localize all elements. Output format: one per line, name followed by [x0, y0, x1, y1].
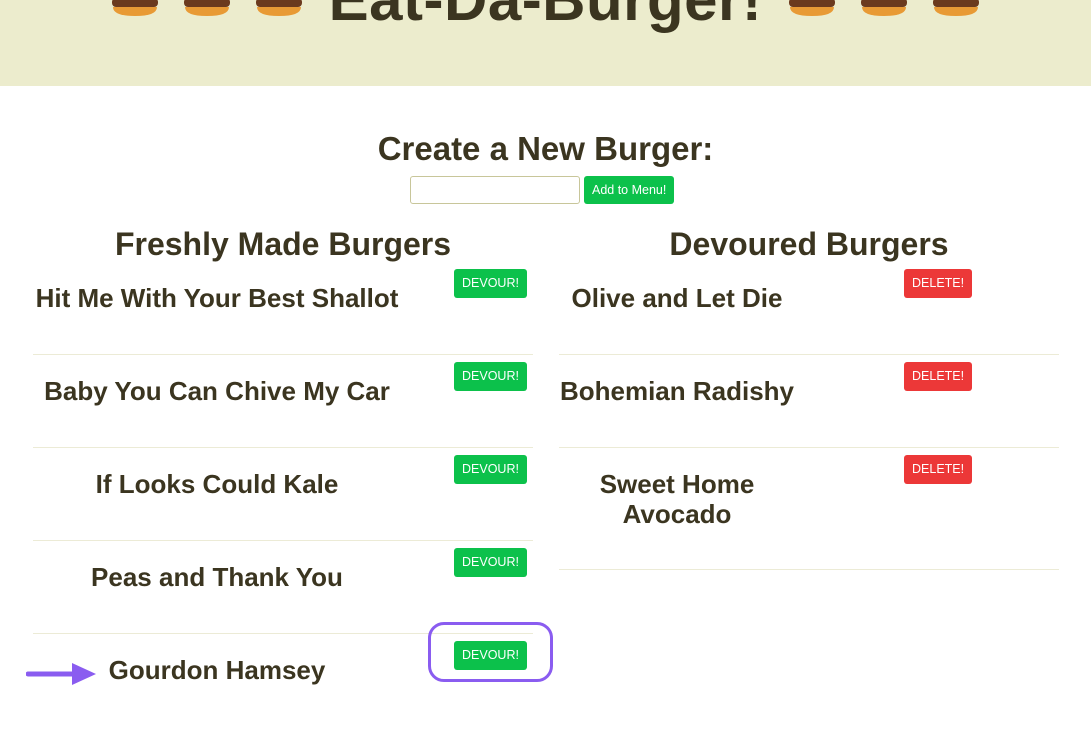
list-item: If Looks Could Kale DEVOUR! — [33, 448, 533, 541]
burger-icon — [789, 0, 836, 16]
burger-name: If Looks Could Kale — [95, 469, 339, 499]
devour-button[interactable]: DEVOUR! — [454, 362, 527, 391]
devoured-burgers-list: Olive and Let Die DELETE! Bohemian Radis… — [559, 262, 1059, 570]
burger-name: Peas and Thank You — [91, 562, 343, 592]
burger-icon — [111, 0, 158, 16]
fresh-burgers-list: Hit Me With Your Best Shallot DEVOUR! Ba… — [33, 262, 533, 726]
devour-button[interactable]: DEVOUR! — [454, 641, 527, 670]
list-item: Peas and Thank You DEVOUR! — [33, 541, 533, 634]
burger-name: Baby You Can Chive My Car — [44, 376, 390, 406]
delete-button[interactable]: DELETE! — [904, 362, 973, 391]
burger-name: Bohemian Radishy — [559, 376, 795, 406]
page-title: Eat-Da-Burger! — [329, 0, 763, 34]
devoured-burgers-heading: Devoured Burgers — [669, 226, 949, 262]
list-item: Hit Me With Your Best Shallot DEVOUR! — [33, 262, 533, 355]
list-item: Gourdon Hamsey DEVOUR! — [33, 634, 533, 726]
fresh-burgers-heading: Freshly Made Burgers — [114, 226, 452, 262]
burger-icon — [861, 0, 908, 16]
list-item: Olive and Let Die DELETE! — [559, 262, 1059, 355]
burger-name-input[interactable] — [410, 176, 580, 204]
burger-icon — [933, 0, 980, 16]
burger-name: Hit Me With Your Best Shallot — [35, 283, 399, 313]
delete-button[interactable]: DELETE! — [904, 455, 973, 484]
add-to-menu-button[interactable]: Add to Menu! — [584, 176, 675, 204]
create-burger-heading: Create a New Burger: — [377, 130, 714, 167]
burger-name: Olive and Let Die — [571, 283, 783, 313]
burger-icon — [255, 0, 302, 16]
delete-button[interactable]: DELETE! — [904, 269, 973, 298]
devour-button[interactable]: DEVOUR! — [454, 269, 527, 298]
burger-icon — [183, 0, 230, 16]
devour-button[interactable]: DEVOUR! — [454, 455, 527, 484]
list-item: Baby You Can Chive My Car DEVOUR! — [33, 355, 533, 448]
list-item: Sweet Home Avocado DELETE! — [559, 448, 1059, 570]
devour-button[interactable]: DEVOUR! — [454, 548, 527, 577]
arrow-icon — [26, 663, 96, 685]
create-burger-form: Add to Menu! — [410, 176, 675, 204]
list-item: Bohemian Radishy DELETE! — [559, 355, 1059, 448]
burger-name: Sweet Home Avocado — [599, 469, 755, 529]
header-banner: Eat-Da-Burger! — [0, 0, 1091, 86]
